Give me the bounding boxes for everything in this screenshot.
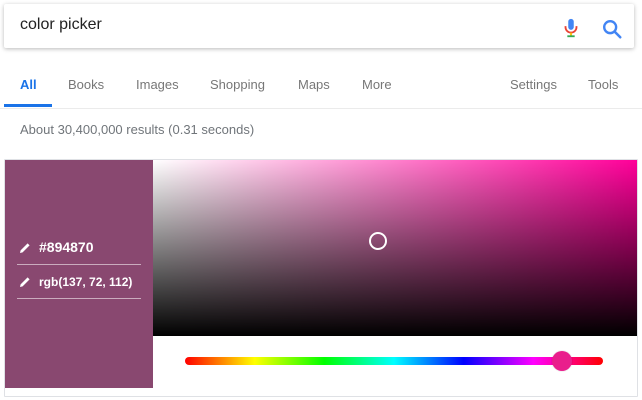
search-input[interactable] <box>20 16 520 34</box>
tab-shopping[interactable]: Shopping <box>210 77 265 92</box>
pencil-icon <box>20 243 30 253</box>
tab-images[interactable]: Images <box>136 77 179 92</box>
rgb-value: rgb(137, 72, 112) <box>39 275 133 289</box>
tab-all[interactable]: All <box>20 77 37 92</box>
search-icon[interactable] <box>601 18 623 40</box>
color-picker-card: #894870 rgb(137, 72, 112) <box>4 159 638 397</box>
microphone-icon[interactable] <box>560 17 582 39</box>
saturation-value-handle[interactable] <box>369 232 387 250</box>
tab-books[interactable]: Books <box>68 77 104 92</box>
hue-slider[interactable] <box>185 357 603 365</box>
active-tab-indicator <box>4 104 52 107</box>
hue-slider-handle[interactable] <box>552 351 572 371</box>
pencil-icon <box>20 277 30 287</box>
tab-tools[interactable]: Tools <box>588 77 618 92</box>
result-stats: About 30,400,000 results (0.31 seconds) <box>20 122 255 137</box>
search-bar <box>4 4 634 48</box>
rgb-value-field[interactable]: rgb(137, 72, 112) <box>17 266 141 299</box>
tab-settings[interactable]: Settings <box>510 77 557 92</box>
hex-value-field[interactable]: #894870 <box>17 232 141 265</box>
saturation-value-area[interactable] <box>153 160 637 336</box>
hex-value: #894870 <box>39 239 94 255</box>
tab-more[interactable]: More <box>362 77 392 92</box>
tab-maps[interactable]: Maps <box>298 77 330 92</box>
search-tabs: All Books Images Shopping Maps More Sett… <box>0 60 642 109</box>
color-swatch: #894870 rgb(137, 72, 112) <box>5 160 153 388</box>
